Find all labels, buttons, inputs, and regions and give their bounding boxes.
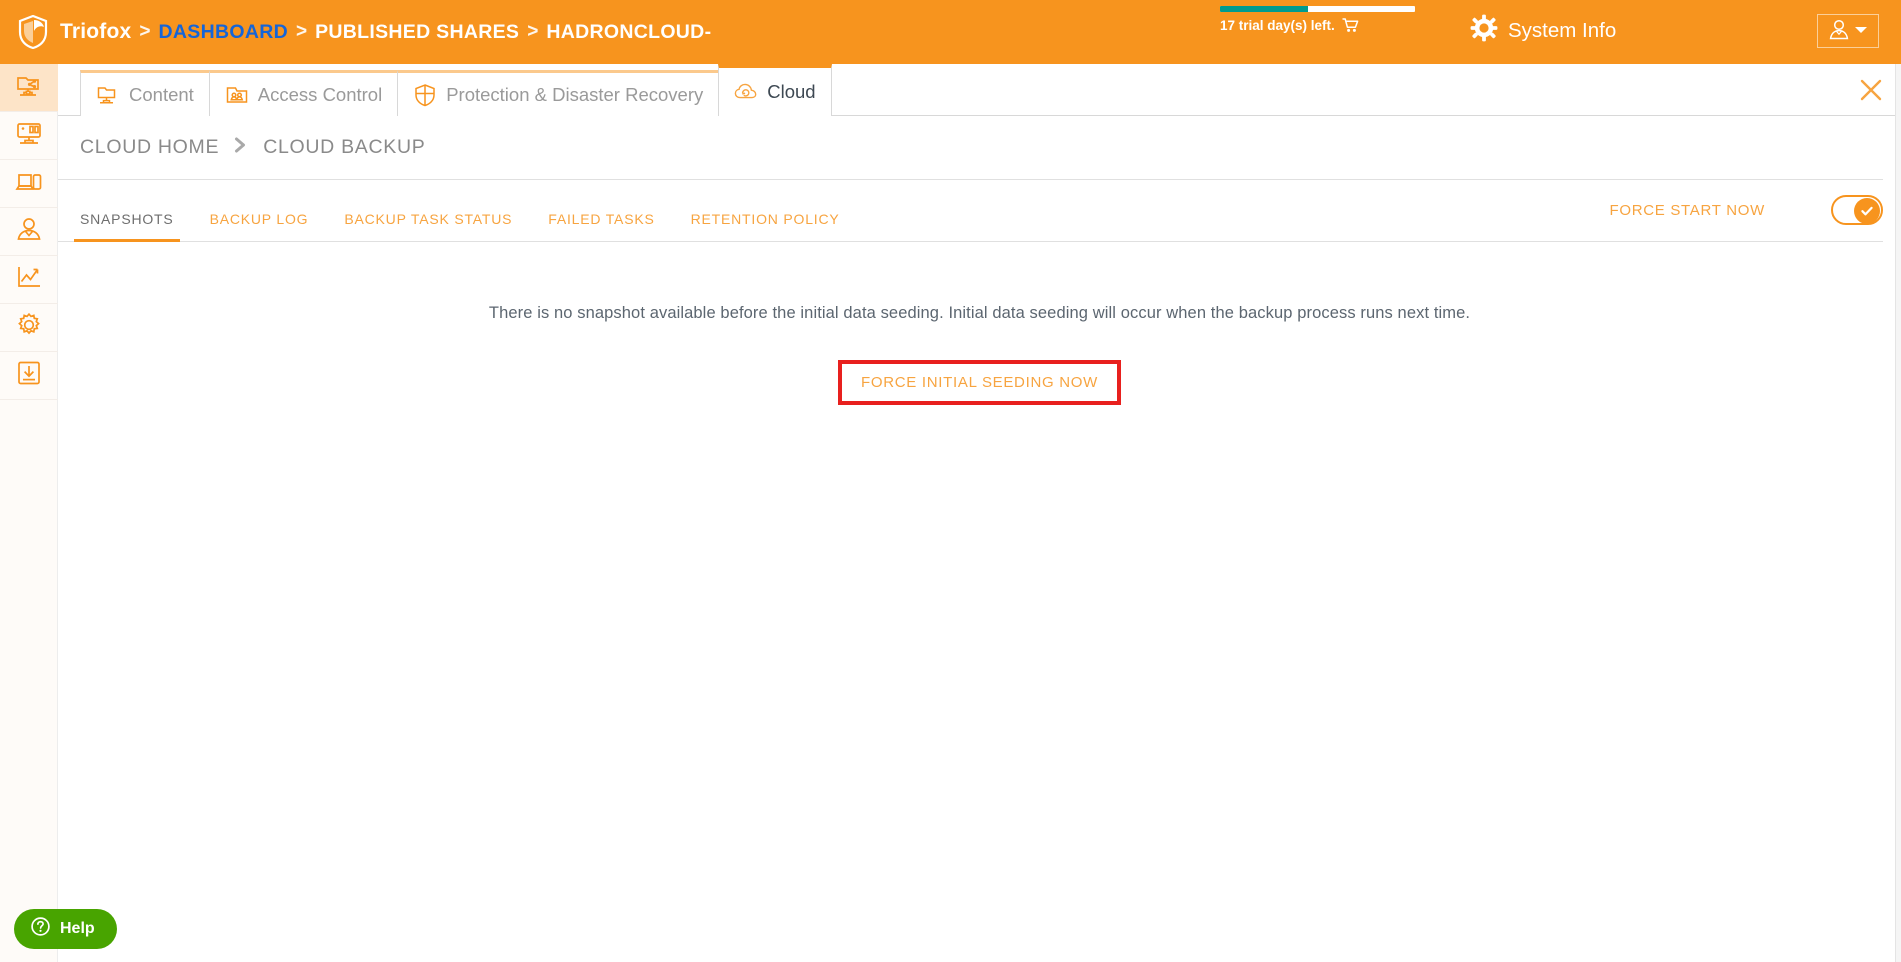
triofox-shield-logo[interactable] [14, 12, 52, 52]
breadcrumb-cloud-home[interactable]: CLOUD HOME [80, 136, 219, 159]
subtab-backup-log[interactable]: BACKUP LOG [210, 211, 309, 233]
user-menu-button[interactable] [1817, 14, 1879, 48]
snapshots-empty-state: There is no snapshot available before th… [58, 242, 1901, 405]
sidebar-item-reports[interactable] [0, 256, 58, 304]
header-breadcrumb-share-name: HADRONCLOUD- [546, 20, 712, 43]
sidebar-item-downloads[interactable] [0, 352, 58, 400]
system-info-button[interactable]: System Info [1470, 14, 1616, 47]
header-breadcrumb-published-shares[interactable]: PUBLISHED SHARES [315, 21, 519, 44]
help-label: Help [60, 920, 95, 937]
sidebar-item-settings[interactable] [0, 304, 58, 352]
sidebar-item-shared-folders[interactable] [0, 64, 58, 112]
trial-progress-bar [1220, 6, 1415, 12]
trial-days-label: 17 trial day(s) left. [1220, 18, 1335, 33]
subtab-snapshots[interactable]: SNAPSHOTS [74, 211, 180, 242]
subtab-bar: SNAPSHOTS BACKUP LOG BACKUP TASK STATUS … [58, 180, 1883, 242]
sidebar-item-users[interactable] [0, 208, 58, 256]
help-button[interactable]: Help [14, 909, 117, 949]
force-initial-seeding-now-button[interactable]: FORCE INITIAL SEEDING NOW [847, 367, 1112, 398]
shared-folder-network-icon [15, 71, 43, 104]
tab-access-control-label: Access Control [257, 83, 383, 105]
force-start-now-button[interactable]: FORCE START NOW [1609, 202, 1765, 219]
laptop-phone-devices-icon [15, 167, 43, 200]
trial-status: 17 trial day(s) left. [1220, 6, 1420, 33]
monitor-icon [15, 119, 43, 152]
tab-cloud[interactable]: Cloud [718, 64, 832, 116]
trial-progress-fill [1220, 6, 1308, 12]
tab-protection-disaster-recovery[interactable]: Protection & Disaster Recovery [397, 70, 720, 116]
gear-icon [1470, 14, 1498, 47]
close-x-icon[interactable] [1857, 76, 1885, 104]
top-header-bar: Triofox > DASHBOARD > PUBLISHED SHARES >… [0, 0, 1901, 64]
brand-name: Triofox [60, 20, 132, 43]
right-scroll-gutter[interactable] [1895, 64, 1901, 962]
folder-share-monitor-icon [96, 83, 120, 107]
line-chart-icon [15, 263, 43, 296]
chevron-right-icon [233, 136, 249, 159]
cloud-sync-icon [734, 80, 758, 104]
breadcrumb: CLOUD HOME CLOUD BACKUP [58, 116, 1883, 180]
user-avatar-icon [1828, 18, 1850, 45]
empty-state-message: There is no snapshot available before th… [488, 304, 1471, 322]
chevron-down-icon [1854, 22, 1868, 40]
shopping-cart-icon[interactable] [1342, 18, 1359, 33]
shield-icon [413, 83, 437, 107]
sidebar-item-devices[interactable] [0, 160, 58, 208]
main-panel: Content Access Control Protection & Disa… [58, 64, 1901, 962]
subtab-backup-task-status[interactable]: BACKUP TASK STATUS [344, 211, 512, 233]
breadcrumb-cloud-backup: CLOUD BACKUP [263, 136, 426, 158]
left-icon-rail [0, 64, 58, 962]
subtab-retention-policy[interactable]: RETENTION POLICY [691, 211, 840, 233]
user-person-icon [15, 215, 43, 248]
tab-strip: Content Access Control Protection & Disa… [58, 64, 1901, 116]
check-circle-icon [1854, 198, 1880, 224]
sidebar-item-dashboard[interactable] [0, 112, 58, 160]
tab-access-control[interactable]: Access Control [208, 70, 399, 116]
folder-users-icon [225, 83, 249, 107]
backup-enabled-toggle[interactable] [1831, 195, 1883, 225]
trial-days-text-row: 17 trial day(s) left. [1220, 18, 1420, 33]
system-info-label: System Info [1508, 18, 1617, 42]
header-breadcrumb-dashboard[interactable]: DASHBOARD [159, 21, 288, 44]
gear-icon [15, 311, 43, 344]
tab-cloud-label: Cloud [767, 81, 816, 102]
header-separator-2: > [295, 21, 308, 42]
question-mark-circle-icon [30, 916, 51, 942]
download-icon [15, 359, 43, 392]
tab-content[interactable]: Content [80, 70, 210, 116]
subtab-failed-tasks[interactable]: FAILED TASKS [548, 211, 654, 233]
header-separator-3: > [527, 21, 539, 42]
tab-protection-label: Protection & Disaster Recovery [446, 83, 704, 105]
header-separator-1: > [139, 21, 151, 42]
tab-content-label: Content [129, 83, 194, 105]
seed-button-highlight: FORCE INITIAL SEEDING NOW [838, 360, 1121, 405]
